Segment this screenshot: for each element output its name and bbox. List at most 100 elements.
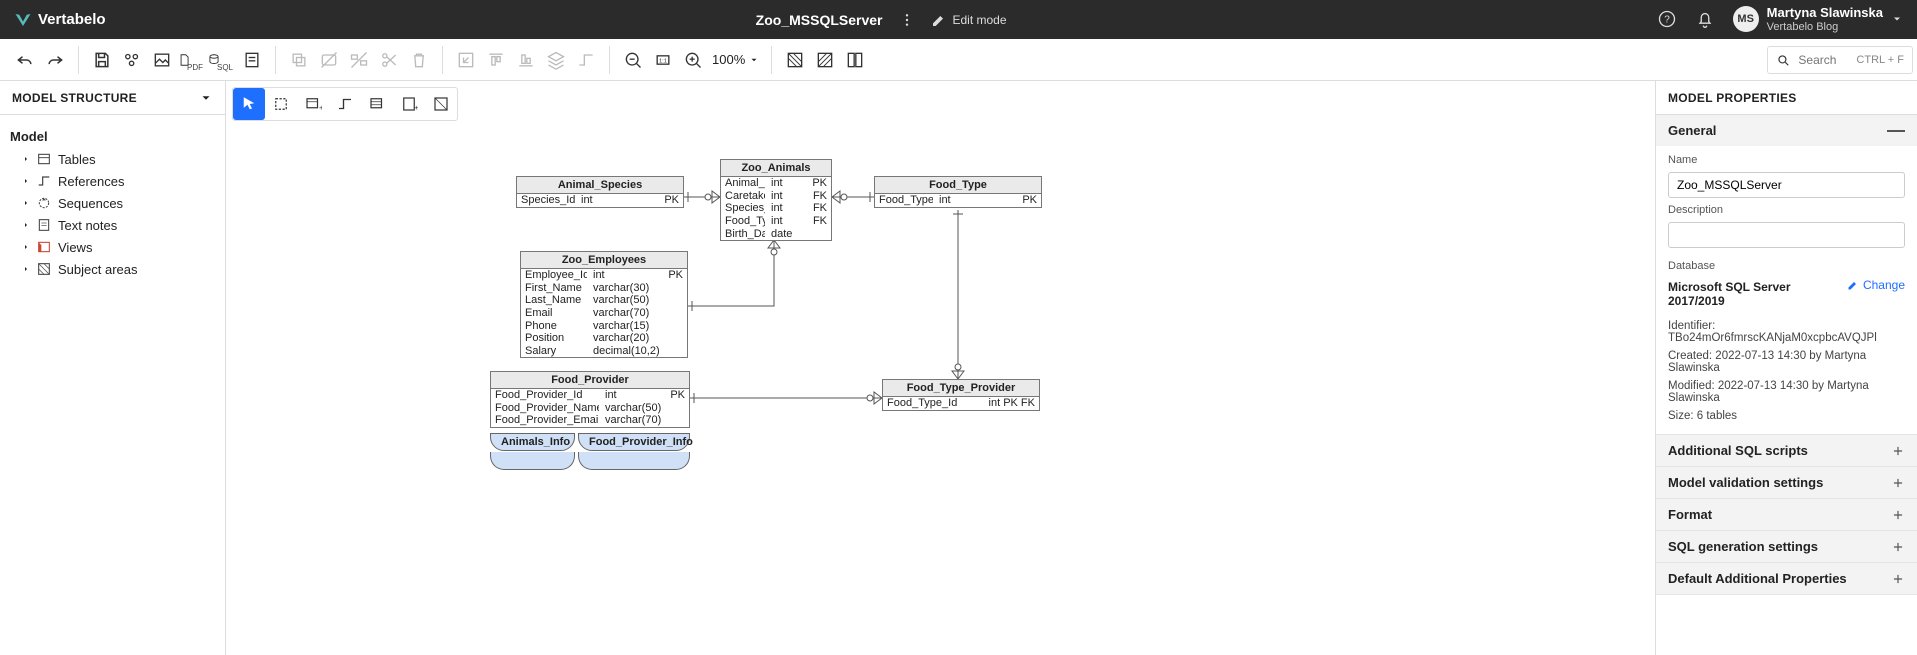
table-food-provider[interactable]: Food_Provider Food_Provider_IdintPK Food…	[490, 371, 690, 428]
section-validation-header[interactable]: Model validation settings	[1656, 467, 1917, 498]
search-box[interactable]: CTRL + F	[1767, 46, 1913, 74]
caret-right-icon	[22, 265, 30, 273]
unlink-button[interactable]	[344, 45, 374, 75]
search-input[interactable]	[1798, 53, 1848, 67]
table-food-type-provider[interactable]: Food_Type_Provider Food_Type_Idint PK FK	[882, 379, 1040, 411]
zoom-fit-button[interactable]: 1:1	[648, 45, 678, 75]
align-top-button[interactable]	[481, 45, 511, 75]
svg-text:1:1: 1:1	[659, 58, 667, 64]
vertabelo-logo-icon	[14, 11, 32, 29]
section-default-props: Default Additional Properties	[1656, 563, 1917, 595]
table-food-type[interactable]: Food_Type Food_Type_IdintPK	[874, 176, 1042, 208]
model-name-input[interactable]	[1668, 172, 1905, 198]
tree-item-textnotes[interactable]: Text notes	[10, 214, 215, 236]
kebab-icon[interactable]	[899, 12, 915, 28]
route-button[interactable]	[571, 45, 601, 75]
save-button[interactable]	[87, 45, 117, 75]
table-row: Positionvarchar(20)	[521, 332, 687, 345]
section-default-props-header[interactable]: Default Additional Properties	[1656, 563, 1917, 594]
table-row: Species_IdintPK	[517, 194, 683, 207]
view-animals-info[interactable]: Animals_Info	[490, 433, 575, 451]
table-animal-species[interactable]: Animal_Species Species_IdintPK	[516, 176, 684, 208]
model-desc-input[interactable]	[1668, 222, 1905, 248]
pencil-icon	[931, 12, 947, 28]
created-text: Created: 2022-07-13 14:30 by Martyna Sla…	[1668, 350, 1905, 374]
edit-mode-label: Edit mode	[953, 13, 1007, 27]
align-bottom-button[interactable]	[511, 45, 541, 75]
delete-button[interactable]	[404, 45, 434, 75]
copy-button[interactable]	[284, 45, 314, 75]
svg-text:?: ?	[1664, 15, 1670, 26]
route-icon	[576, 50, 596, 70]
reference-icon	[36, 173, 52, 189]
resize-button[interactable]	[451, 45, 481, 75]
section-format-header[interactable]: Format	[1656, 499, 1917, 530]
table-row: Caretaker_IdintFK	[721, 190, 831, 203]
table-icon	[36, 151, 52, 167]
section-sql-gen-header[interactable]: SQL generation settings	[1656, 531, 1917, 562]
view-food-provider-info[interactable]: Food_Provider_Info	[578, 433, 690, 451]
resize-icon	[456, 50, 476, 70]
size-text: Size: 6 tables	[1668, 410, 1905, 422]
collapse-icon	[1887, 130, 1905, 132]
model-structure-header[interactable]: MODEL STRUCTURE	[0, 81, 225, 115]
zoom-out-button[interactable]	[618, 45, 648, 75]
chevron-down-icon	[1891, 13, 1903, 25]
desc-label: Description	[1668, 204, 1905, 216]
undo-button[interactable]	[10, 45, 40, 75]
pdf-export-button[interactable]: PDF	[177, 45, 207, 75]
diagram-canvas[interactable]: + +	[226, 81, 1655, 655]
share-button[interactable]	[117, 45, 147, 75]
table-row: First_Namevarchar(30)	[521, 282, 687, 295]
edit-mode-toggle[interactable]: Edit mode	[931, 12, 1007, 28]
grid-a-button[interactable]	[780, 45, 810, 75]
chevron-down-icon	[199, 91, 213, 105]
eye-off-icon	[319, 50, 339, 70]
section-additional-sql-header[interactable]: Additional SQL scripts	[1656, 435, 1917, 466]
erd: Animal_Species Species_IdintPK Zoo_Anima…	[226, 81, 1655, 655]
table-row: Employee_IdintPK	[521, 269, 687, 282]
fit-icon: 1:1	[653, 50, 673, 70]
tree-item-tables[interactable]: Tables	[10, 148, 215, 170]
table-row: Food_Provider_IdintPK	[491, 389, 689, 402]
section-general: General Name Description Database Micros…	[1656, 115, 1917, 435]
layers-icon	[546, 50, 566, 70]
scissors-icon	[379, 50, 399, 70]
brand-logo[interactable]: Vertabelo	[14, 11, 106, 29]
db-value: Microsoft SQL Server 2017/2019	[1668, 280, 1839, 308]
area-icon	[36, 261, 52, 277]
hide-button[interactable]	[314, 45, 344, 75]
table-row: Food_Provider_Namevarchar(50)	[491, 402, 689, 415]
table-zoo-employees[interactable]: Zoo_Employees Employee_IdintPK First_Nam…	[520, 251, 688, 358]
grid-c-button[interactable]	[840, 45, 870, 75]
tree-item-sequences[interactable]: Sequences	[10, 192, 215, 214]
change-db-link[interactable]: Change	[1847, 278, 1905, 292]
table-row: Species_IdintFK	[721, 202, 831, 215]
xml-export-button[interactable]	[237, 45, 267, 75]
image-export-button[interactable]	[147, 45, 177, 75]
sql-export-button[interactable]: SQL	[207, 45, 237, 75]
section-general-header[interactable]: General	[1656, 115, 1917, 146]
layers-button[interactable]	[541, 45, 571, 75]
search-icon	[1776, 53, 1790, 67]
zoom-dropdown[interactable]: 100%	[712, 52, 759, 67]
zoom-in-button[interactable]	[678, 45, 708, 75]
cut-button[interactable]	[374, 45, 404, 75]
table-row: Animal_IdintPK	[721, 177, 831, 190]
help-icon[interactable]: ?	[1657, 9, 1677, 29]
align-top-icon	[486, 50, 506, 70]
plus-icon	[1891, 444, 1905, 458]
bell-icon[interactable]	[1695, 9, 1715, 29]
table-zoo-animals[interactable]: Zoo_Animals Animal_IdintPK Caretaker_Idi…	[720, 159, 832, 241]
grid-b-button[interactable]	[810, 45, 840, 75]
user-menu[interactable]: MS Martyna Slawinska Vertabelo Blog	[1733, 6, 1903, 32]
tree-item-views[interactable]: Views	[10, 236, 215, 258]
align-bottom-icon	[516, 50, 536, 70]
brand-name: Vertabelo	[38, 11, 106, 28]
tree-root[interactable]: Model	[10, 129, 215, 144]
view-food-provider-info-body	[578, 452, 690, 470]
redo-button[interactable]	[40, 45, 70, 75]
caret-right-icon	[22, 221, 30, 229]
tree-item-subjectareas[interactable]: Subject areas	[10, 258, 215, 280]
tree-item-references[interactable]: References	[10, 170, 215, 192]
